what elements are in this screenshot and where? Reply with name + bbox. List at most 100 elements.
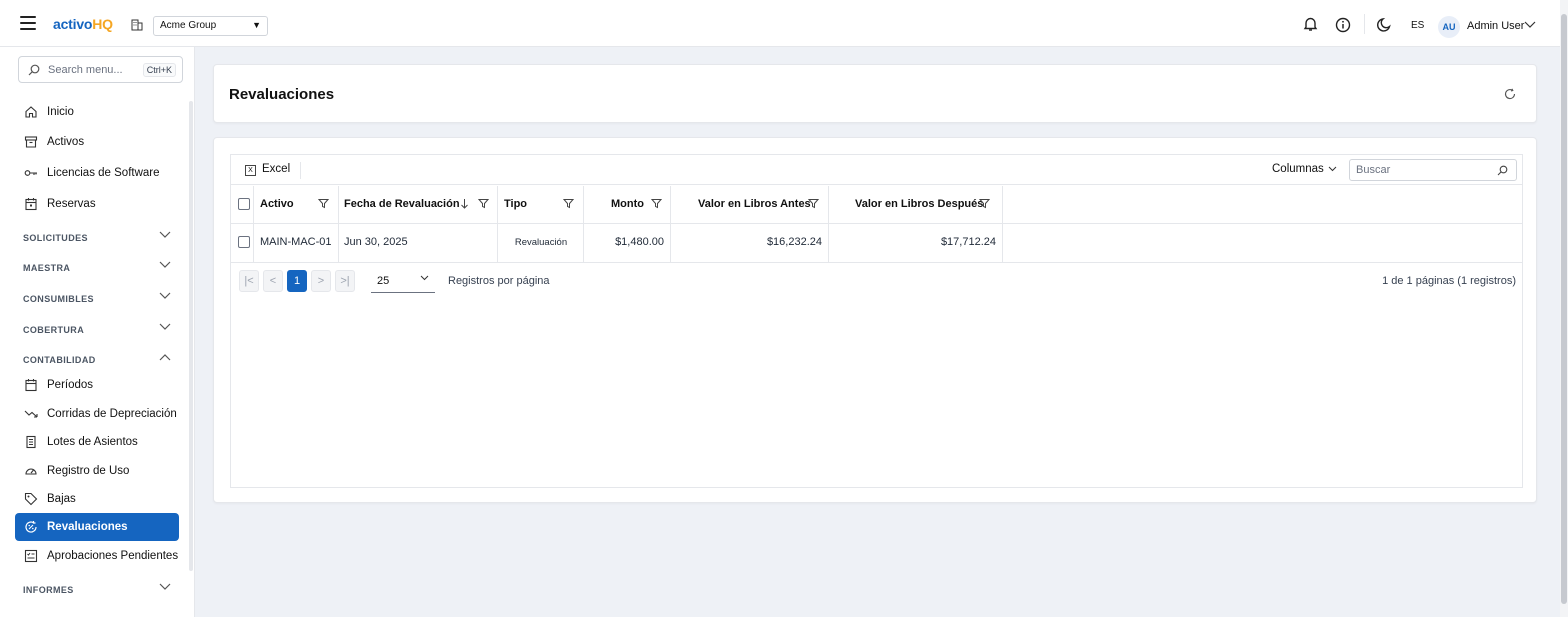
column-header-valor-libros-antes[interactable]: Valor en Libros Antes [671,186,829,223]
chevron-down-icon [159,323,171,330]
page-title: Revaluaciones [229,86,335,103]
column-header-label: Fecha de Revaluación [344,198,460,210]
filter-icon[interactable] [979,198,990,209]
cell-value: Jun 30, 2025 [344,236,408,248]
building-icon [131,19,143,31]
home-icon [25,106,37,118]
first-page-button[interactable]: |< [239,270,259,292]
table-header-row: Activo Fecha de Revaluación Tipo Monto V… [231,186,1522,224]
table-row[interactable]: MAIN-MAC-01 Jun 30, 2025 Revaluación $1,… [231,224,1522,263]
sidebar-section-contabilidad[interactable]: CONTABILIDAD [23,354,171,365]
sidebar-section-maestra[interactable]: MAESTRA [23,261,171,273]
chevron-down-icon [159,292,171,299]
search-icon[interactable] [1497,165,1508,176]
row-checkbox[interactable] [238,236,250,248]
sidebar-item-registro-uso[interactable]: Registro de Uso [15,457,179,485]
column-header-label: Valor en Libros Antes [698,198,811,210]
columns-label: Columnas [1272,163,1324,175]
chevron-down-icon: ▼ [252,20,261,30]
window-scrollbar[interactable] [1560,0,1568,617]
avatar[interactable]: AU [1438,16,1460,38]
sidebar-item-label: Licencias de Software [47,167,160,179]
cell-value: Revaluación [514,237,568,248]
sidebar-item-label: Bajas [47,493,76,505]
sidebar-item-aprobaciones-pendientes[interactable]: Aprobaciones Pendientes [15,542,179,570]
info-icon[interactable] [1335,17,1351,33]
gauge-icon [25,468,37,475]
top-bar: activoHQ Acme Group ▼ ES AU Admin User [0,0,1560,47]
sidebar-item-inicio[interactable]: Inicio [15,98,179,126]
app-logo[interactable]: activoHQ [53,16,113,32]
sidebar-item-reservas[interactable]: Reservas [15,190,179,218]
current-page-button[interactable]: 1 [287,270,307,292]
filter-icon[interactable] [651,198,662,209]
grid-search-input[interactable] [1356,164,1486,176]
sidebar-item-activos[interactable]: Activos [15,128,179,156]
filter-icon[interactable] [318,198,329,209]
section-label: INFORMES [23,585,74,595]
section-label: COBERTURA [23,325,85,335]
sidebar-item-label: Corridas de Depreciación [47,408,177,420]
sidebar-section-informes[interactable]: INFORMES [23,583,171,595]
sidebar-section-consumibles[interactable]: CONSUMIBLES [23,292,171,304]
column-header-monto[interactable]: Monto [584,186,671,223]
next-page-button[interactable]: > [311,270,331,292]
filter-icon[interactable] [808,198,819,209]
key-icon [24,170,37,176]
data-grid: X Excel Columnas Activo Fecha de Revaluac… [230,154,1523,488]
filter-icon[interactable] [478,198,489,209]
menu-search-input[interactable]: Search menu... Ctrl+K [18,56,183,83]
data-grid-card: X Excel Columnas Activo Fecha de Revaluac… [213,137,1537,503]
sidebar-scrollbar[interactable] [189,101,193,571]
scrollbar-thumb[interactable] [1561,14,1567,604]
approval-list-icon [24,549,38,563]
chevron-down-icon[interactable] [1524,21,1536,29]
column-header-label: Monto [611,198,644,210]
logo-text-hq: HQ [92,16,113,32]
sidebar-item-bajas[interactable]: Bajas [15,485,179,513]
logo-text: activo [53,16,93,32]
cell-value: MAIN-MAC-01 [260,236,332,248]
sort-descending-icon[interactable] [460,198,469,209]
filter-icon[interactable] [563,198,574,209]
chevron-down-icon [159,261,171,268]
calendar-check-icon [25,198,37,211]
sidebar-item-label: Revaluaciones [47,521,128,533]
sidebar-item-label: Reservas [47,198,96,210]
grid-search-field[interactable] [1349,159,1517,181]
tag-icon [24,492,38,506]
chevron-down-icon [159,231,171,238]
language-toggle[interactable]: ES [1411,20,1424,31]
moon-icon[interactable] [1377,17,1392,32]
hamburger-menu-icon[interactable] [20,16,36,30]
sidebar-section-cobertura[interactable]: COBERTURA [23,323,171,335]
select-all-checkbox[interactable] [238,198,250,210]
grid-toolbar: X Excel Columnas [231,155,1522,185]
sidebar-item-licencias[interactable]: Licencias de Software [15,159,179,187]
user-name[interactable]: Admin User [1467,20,1524,32]
column-header-activo[interactable]: Activo [254,186,339,223]
sidebar-item-periodos[interactable]: Períodos [15,371,179,399]
chevron-down-icon [420,275,429,281]
keyboard-shortcut-badge: Ctrl+K [142,63,176,77]
organization-select[interactable]: Acme Group ▼ [153,16,268,36]
sidebar: Search menu... Ctrl+K Inicio Activos Lic… [0,47,195,617]
cell-valor-antes: $16,232.24 [671,224,829,262]
previous-page-button[interactable]: < [263,270,283,292]
page-size-select[interactable]: 25 [371,271,435,293]
sidebar-item-corridas-depreciacion[interactable]: Corridas de Depreciación [15,400,179,428]
excel-export-button[interactable]: X Excel [245,163,290,176]
last-page-button[interactable]: >| [335,270,355,292]
column-header-tipo[interactable]: Tipo [498,186,584,223]
column-header-valor-libros-despues[interactable]: Valor en Libros Después [829,186,1003,223]
column-header-fecha-revaluacion[interactable]: Fecha de Revaluación [339,186,498,223]
refresh-icon[interactable] [1504,88,1516,100]
sidebar-item-lotes-asientos[interactable]: Lotes de Asientos [15,428,179,456]
menu-search-placeholder: Search menu... [48,64,123,76]
sidebar-item-revaluaciones[interactable]: Revaluaciones [15,513,179,541]
bell-icon[interactable] [1303,16,1318,32]
page-size-label: Registros por página [448,275,550,287]
sidebar-section-solicitudes[interactable]: SOLICITUDES [23,231,171,243]
cell-fecha: Jun 30, 2025 [339,224,498,262]
columns-chooser-button[interactable]: Columnas [1272,163,1337,175]
